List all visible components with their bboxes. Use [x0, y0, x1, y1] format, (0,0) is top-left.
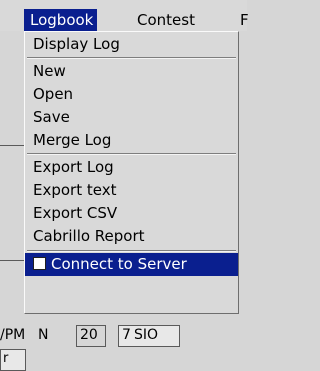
menu-logbook[interactable]: Logbook [24, 9, 98, 31]
menu-item-cabrillo-report[interactable]: Cabrillo Report [28, 225, 235, 248]
menu-bar: Logbook Contest F [0, 0, 249, 31]
background-text: r [3, 351, 9, 366]
background-text: 20 [80, 327, 98, 343]
menu-divider [27, 57, 236, 59]
connect-to-server-checkbox[interactable] [33, 256, 46, 270]
background-text: N [38, 327, 49, 343]
menu-item-label: Connect to Server [51, 255, 187, 273]
background-divider [0, 145, 24, 146]
menu-item-connect-to-server[interactable]: Connect to Server [25, 253, 238, 276]
menu-item-export-text[interactable]: Export text [28, 179, 235, 202]
menu-item-open[interactable]: Open [28, 83, 235, 106]
logbook-dropdown-menu: Display Log New Open Save Merge Log Expo… [24, 31, 239, 314]
menu-contest[interactable]: Contest [137, 9, 195, 31]
menu-item-new[interactable]: New [28, 60, 235, 83]
menu-divider [27, 153, 236, 155]
background-text: SIO [134, 327, 159, 343]
background-text: /PM [0, 327, 26, 343]
menu-item-save[interactable]: Save [28, 106, 235, 129]
background-text: 7 [122, 327, 131, 343]
menu-divider [27, 250, 236, 252]
menu-next[interactable]: F [240, 9, 249, 31]
menu-item-merge-log[interactable]: Merge Log [28, 129, 235, 152]
menu-item-display-log[interactable]: Display Log [28, 33, 235, 56]
menu-item-export-log[interactable]: Export Log [28, 156, 235, 179]
background-divider [0, 260, 24, 261]
menu-item-export-csv[interactable]: Export CSV [28, 202, 235, 225]
